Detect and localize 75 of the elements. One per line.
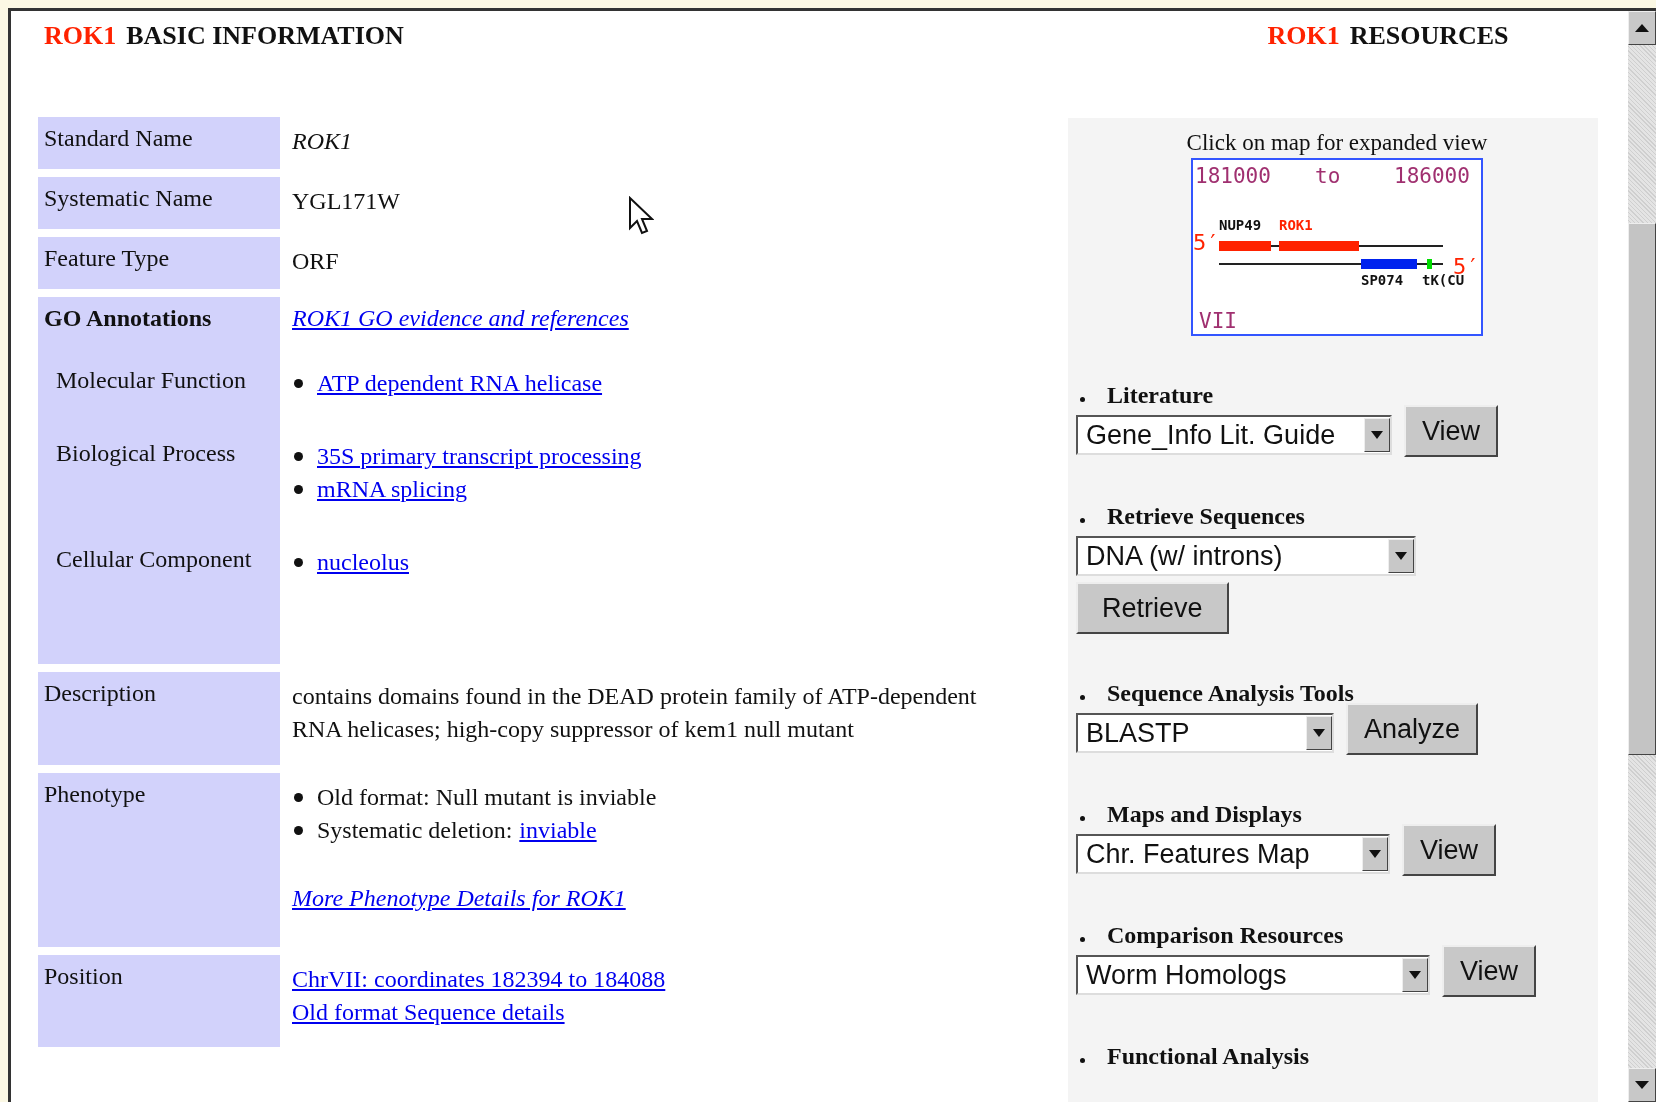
gene-label: SP074 xyxy=(1361,272,1404,288)
field-label: Description xyxy=(44,680,156,707)
bullet-icon xyxy=(294,452,303,461)
strand-end-label: 5′ xyxy=(1193,230,1220,255)
dropdown[interactable]: Chr. Features Map xyxy=(1076,834,1390,874)
section-heading: Comparison Resources xyxy=(1107,922,1344,949)
phenotype-text: Old format: Null mutant is inviable xyxy=(317,784,657,811)
section-heading: Maps and Displays xyxy=(1107,801,1302,828)
map-caption: Click on map for expanded view xyxy=(1186,130,1488,156)
cursor-icon xyxy=(628,196,654,236)
field-value: contains domains found in the DEAD protein family of ATP-dependent RNA helicases; high-copy suppressor of kem1 null mutant xyxy=(292,682,978,744)
category-label: Cellular Component xyxy=(56,546,252,573)
term-link[interactable]: mRNA splicing xyxy=(317,476,467,503)
field-value: ROK1 xyxy=(292,127,352,156)
field-label: Position xyxy=(44,963,123,990)
gene-label: ROK1 xyxy=(1279,217,1313,233)
bullet-icon xyxy=(1080,1058,1085,1063)
details-link[interactable]: More Phenotype Details for ROK1 xyxy=(292,885,626,912)
bullet-icon xyxy=(1080,937,1085,942)
position-link[interactable]: Old format Sequence details xyxy=(292,999,565,1026)
term-link[interactable]: nucleolus xyxy=(317,549,409,576)
section-heading: Functional Analysis xyxy=(1107,1043,1310,1070)
scrollbar[interactable] xyxy=(1628,11,1656,1102)
caret-icon xyxy=(1371,431,1383,439)
phenotype-text: Systematic deletion: xyxy=(317,817,513,844)
field-value: ORF xyxy=(292,247,339,276)
gene-label: NUP49 xyxy=(1219,217,1262,233)
section-label: GO Annotations xyxy=(44,305,212,332)
bullet-icon xyxy=(294,558,303,567)
bullet-icon xyxy=(1080,695,1085,700)
scroll-down-icon[interactable] xyxy=(1635,1081,1649,1089)
caret-icon xyxy=(1313,729,1325,737)
section-title: RESOURCES xyxy=(1349,21,1509,51)
bullet-icon xyxy=(1080,518,1085,523)
chromosome-label: VII xyxy=(1199,309,1237,333)
range-end-label: 186000 xyxy=(1394,164,1470,188)
go-link[interactable]: ROK1 GO evidence and references xyxy=(292,305,629,332)
action-button[interactable]: View xyxy=(1402,824,1497,876)
action-button[interactable]: View xyxy=(1442,945,1537,997)
bullet-icon xyxy=(1080,397,1085,402)
field-label: Standard Name xyxy=(44,125,193,152)
section-title: BASIC INFORMATION xyxy=(126,21,404,51)
dropdown[interactable]: DNA (w/ introns) xyxy=(1076,536,1416,576)
field-label: Feature Type xyxy=(44,245,170,272)
gene-name: ROK1 xyxy=(44,21,117,51)
gene-name: ROK1 xyxy=(1267,21,1340,51)
action-button[interactable]: Analyze xyxy=(1346,703,1479,755)
bullet-icon xyxy=(1080,816,1085,821)
field-label: Phenotype xyxy=(44,781,146,808)
category-label: Biological Process xyxy=(56,440,236,467)
range-start-label: 181000 xyxy=(1195,164,1271,188)
dropdown[interactable]: BLASTP xyxy=(1076,713,1334,753)
dropdown[interactable]: Worm Homologs xyxy=(1076,955,1430,995)
position-link[interactable]: ChrVII: coordinates 182394 to 184088 xyxy=(292,966,666,993)
phenotype-link[interactable]: inviable xyxy=(519,817,597,844)
scroll-thumb[interactable] xyxy=(1628,223,1656,755)
action-button[interactable]: View xyxy=(1404,405,1499,457)
scroll-up-icon[interactable] xyxy=(1635,24,1649,32)
section-heading: Literature xyxy=(1107,382,1214,409)
dropdown[interactable]: Gene_Info Lit. Guide xyxy=(1076,415,1392,455)
bullet-icon xyxy=(294,379,303,388)
bullet-icon xyxy=(294,826,303,835)
bullet-icon xyxy=(294,793,303,802)
section-heading: Retrieve Sequences xyxy=(1107,503,1305,530)
caret-icon xyxy=(1409,971,1421,979)
term-link[interactable]: 35S primary transcript processing xyxy=(317,443,642,470)
bullet-icon xyxy=(294,485,303,494)
field-label: Systematic Name xyxy=(44,185,213,212)
action-button[interactable]: Retrieve xyxy=(1076,582,1229,634)
range-to-label: to xyxy=(1315,164,1341,188)
category-label: Molecular Function xyxy=(56,367,246,394)
caret-icon xyxy=(1369,850,1381,858)
field-value: YGL171W xyxy=(292,187,400,216)
caret-icon xyxy=(1395,552,1407,560)
term-link[interactable]: ATP dependent RNA helicase xyxy=(317,370,603,397)
